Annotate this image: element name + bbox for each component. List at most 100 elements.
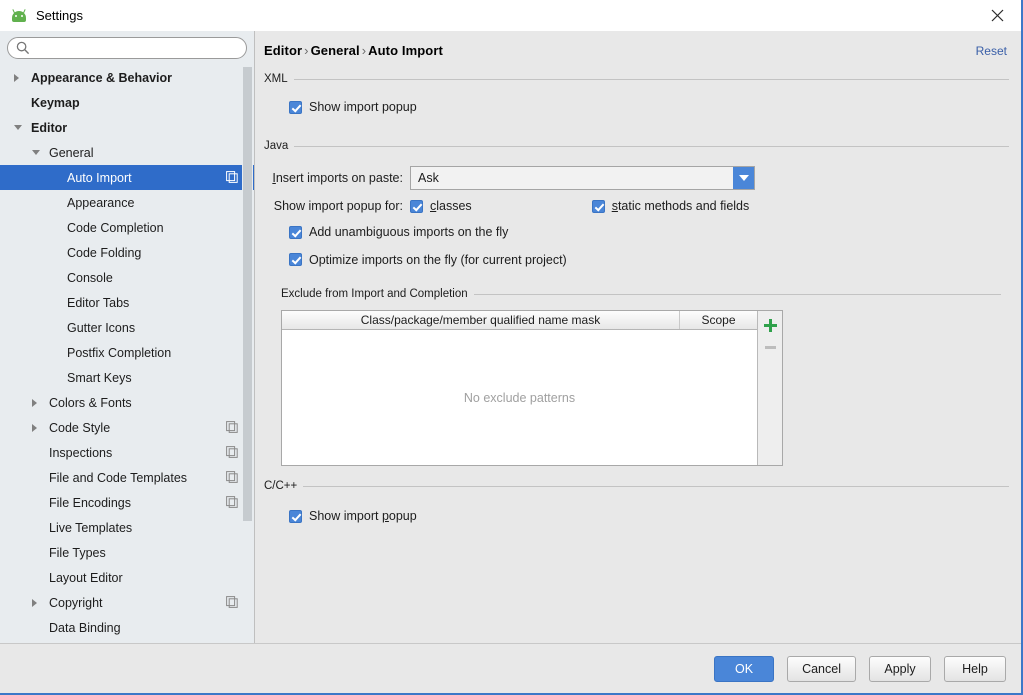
column-header-mask[interactable]: Class/package/member qualified name mask [282,311,680,329]
section-divider [303,485,1009,487]
cpp-section-title: C/C++ [264,480,298,492]
settings-dialog: Settings Appearance & Behavior Keymap Edit… [0,0,1023,695]
sidebar-item-auto-import[interactable]: Auto Import [0,165,254,190]
project-settings-icon [226,171,238,183]
sidebar-item-file-types[interactable]: File Types [0,540,254,565]
static-methods-and-fields-label: static methods and fields [611,199,750,213]
close-icon[interactable] [975,0,1019,31]
settings-tree[interactable]: Appearance & Behavior Keymap Editor General… [0,65,254,643]
show-import-popup-for-label: Show import popup for: [273,199,403,213]
sidebar-item-data-binding[interactable]: Data Binding [0,615,254,640]
sidebar-item-appearance[interactable]: Appearance [0,190,254,215]
project-settings-icon [226,446,238,458]
sidebar-item-code-style[interactable]: Code Style [0,415,254,440]
cancel-button[interactable]: Cancel [787,656,856,682]
dialog-footer: OK Cancel Apply Help [0,643,1021,693]
search-box[interactable] [7,37,247,59]
classes-checkbox[interactable]: classes [410,199,472,213]
optimize-imports-checkbox[interactable]: Optimize imports on the fly (for current… [289,253,567,267]
checkbox-box[interactable] [289,100,302,114]
insert-imports-value: Ask [418,171,439,185]
xml-section: XML Show import popup [264,72,1009,117]
ok-button[interactable]: OK [714,656,775,682]
sidebar-item-keymap[interactable]: Keymap [0,90,254,115]
title-bar: Settings [0,0,1021,31]
sidebar-item-copyright[interactable]: Copyright [0,590,254,615]
sidebar-item-label: Code Style [49,420,111,435]
breadcrumb: Editor › General › Auto Import [264,43,443,58]
checkbox-box[interactable] [289,253,302,266]
table-empty-message: No exclude patterns [463,390,576,405]
remove-icon [759,336,781,358]
sidebar-item-label: Data Binding [49,620,121,635]
section-divider [293,78,1009,80]
help-button[interactable]: Help [944,656,1006,682]
android-head-icon [11,8,27,24]
sidebar-item-label: Live Templates [49,520,133,535]
sidebar-item-label: Inspections [49,445,113,460]
sidebar-item-general[interactable]: General [0,140,254,165]
sidebar-item-gutter-icons[interactable]: Gutter Icons [0,315,254,340]
chevron-right-icon[interactable] [14,73,19,82]
sidebar-scrollbar-thumb[interactable] [243,67,252,521]
sidebar-item-code-folding[interactable]: Code Folding [0,240,254,265]
project-settings-icon [226,596,238,608]
sidebar-item-live-templates[interactable]: Live Templates [0,515,254,540]
xml-show-import-popup-label: Show import popup [309,100,417,114]
sidebar-item-label: Editor [31,120,68,135]
xml-section-title: XML [264,73,288,85]
sidebar-item-file-and-code-templates[interactable]: File and Code Templates [0,465,254,490]
add-icon[interactable] [759,314,781,336]
checkbox-box[interactable] [289,225,302,239]
sidebar-item-colors-fonts[interactable]: Colors & Fonts [0,390,254,415]
footer-button-group: OK Cancel Apply Help [714,656,1006,682]
optimize-imports-label: Optimize imports on the fly (for current… [309,252,567,267]
sidebar-item-label: General [49,145,94,160]
sidebar-item-label: File Encodings [49,495,131,510]
sidebar-item-console[interactable]: Console [0,265,254,290]
sidebar-item-editor[interactable]: Editor [0,115,254,140]
checkbox-box[interactable] [591,199,605,213]
sidebar-item-label: Auto Import [67,170,132,185]
sidebar-item-file-encodings[interactable]: File Encodings [0,490,254,515]
insert-imports-on-paste-select[interactable]: Ask [410,166,755,190]
sidebar-item-label: Postfix Completion [67,345,172,360]
sidebar-item-postfix-completion[interactable]: Postfix Completion [0,340,254,365]
checkbox-box[interactable] [410,199,423,213]
checkbox-box[interactable] [289,509,302,523]
sidebar-item-smart-keys[interactable]: Smart Keys [0,365,254,390]
sidebar-item-layout-editor[interactable]: Layout Editor [0,565,254,590]
breadcrumb-part-editor: Editor [264,43,303,58]
sidebar-item-label: Gutter Icons [67,320,136,335]
sidebar-item-label: Console [67,270,113,285]
chevron-right-icon[interactable] [32,398,37,407]
sidebar-item-label: Appearance & Behavior [31,70,173,85]
reset-link[interactable]: Reset [976,44,1007,58]
cpp-show-import-popup-checkbox[interactable]: Show import popup [289,509,417,523]
sidebar-item-code-completion[interactable]: Code Completion [0,215,254,240]
chevron-down-icon[interactable] [14,125,22,130]
column-header-scope[interactable]: Scope [680,311,757,329]
xml-show-import-popup-checkbox[interactable]: Show import popup [289,100,417,114]
search-input[interactable] [7,37,247,59]
exclude-section-header: Exclude from Import and Completion [281,287,1001,301]
sidebar-item-appearance-behavior[interactable]: Appearance & Behavior [0,65,254,90]
sidebar-item-editor-tabs[interactable]: Editor Tabs [0,290,254,315]
chevron-down-icon[interactable] [733,167,754,189]
dialog-body: Appearance & Behavior Keymap Editor General… [0,31,1021,643]
sidebar-scrollbar[interactable] [242,65,253,643]
project-settings-icon [226,421,238,433]
chevron-down-icon[interactable] [32,150,40,155]
section-divider [473,293,1001,295]
add-unambiguous-imports-checkbox[interactable]: Add unambiguous imports on the fly [289,225,508,239]
chevron-right-icon[interactable] [32,598,37,607]
sidebar-item-label: Copyright [49,595,103,610]
table-body-area[interactable]: Class/package/member qualified name mask… [282,311,757,465]
breadcrumb-separator-2: › [361,43,367,58]
sidebar-item-inspections[interactable]: Inspections [0,440,254,465]
apply-button[interactable]: Apply [869,656,931,682]
show-import-popup-for-row: Show import popup for: classes static me… [264,199,1009,213]
chevron-right-icon[interactable] [32,423,37,432]
static-methods-and-fields-checkbox[interactable]: static methods and fields [591,199,750,213]
breadcrumb-part-general: General [310,43,360,58]
